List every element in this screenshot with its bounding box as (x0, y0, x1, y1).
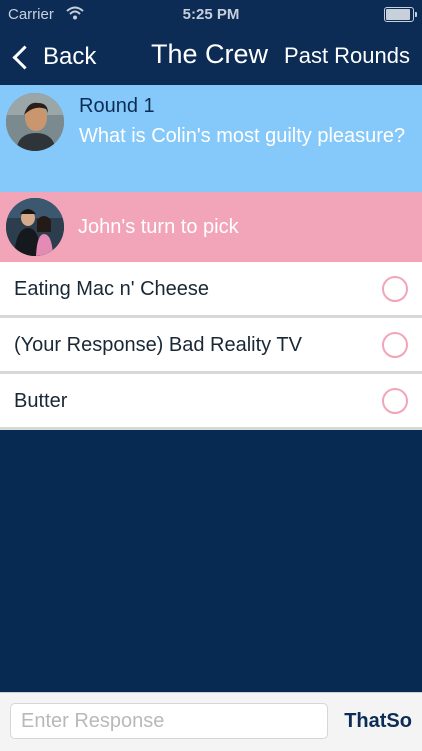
response-text: Butter (14, 390, 68, 412)
list-item[interactable]: (Your Response) Bad Reality TV (0, 318, 422, 374)
header: Carrier 5:25 PM Back The Crew Past Round… (0, 0, 422, 85)
back-button[interactable]: Back (10, 40, 96, 74)
avatar (6, 198, 64, 256)
thatso-button[interactable]: ThatSo (344, 710, 412, 733)
back-label: Back (43, 43, 97, 70)
battery-icon (384, 7, 417, 22)
turn-text: John's turn to pick (78, 216, 239, 238)
question-text: What is Colin's most guilty pleasure? (79, 125, 406, 147)
turn-card: John's turn to pick (0, 192, 422, 262)
list-item[interactable]: Butter (0, 374, 422, 430)
navigation-bar: Back The Crew Past Rounds (0, 30, 422, 85)
page-title: The Crew (151, 39, 269, 69)
round-label: Round 1 (79, 95, 155, 117)
list-item[interactable]: Eating Mac n' Cheese (0, 262, 422, 318)
radio-button[interactable] (382, 388, 408, 414)
past-rounds-button[interactable]: Past Rounds (284, 43, 410, 69)
response-input[interactable] (10, 703, 328, 739)
response-text: Eating Mac n' Cheese (14, 278, 210, 300)
status-time: 5:25 PM (182, 6, 240, 23)
radio-button[interactable] (382, 332, 408, 358)
composer-bar: ThatSo (0, 692, 422, 751)
response-list: Eating Mac n' Cheese (Your Response) Bad… (0, 262, 422, 430)
chevron-left-icon (12, 44, 37, 70)
status-bar: Carrier 5:25 PM (0, 0, 422, 30)
response-text: (Your Response) Bad Reality TV (14, 334, 302, 356)
avatar (6, 93, 64, 151)
round-card: Round 1 What is Colin's most guilty plea… (0, 85, 422, 192)
radio-button[interactable] (382, 276, 408, 302)
